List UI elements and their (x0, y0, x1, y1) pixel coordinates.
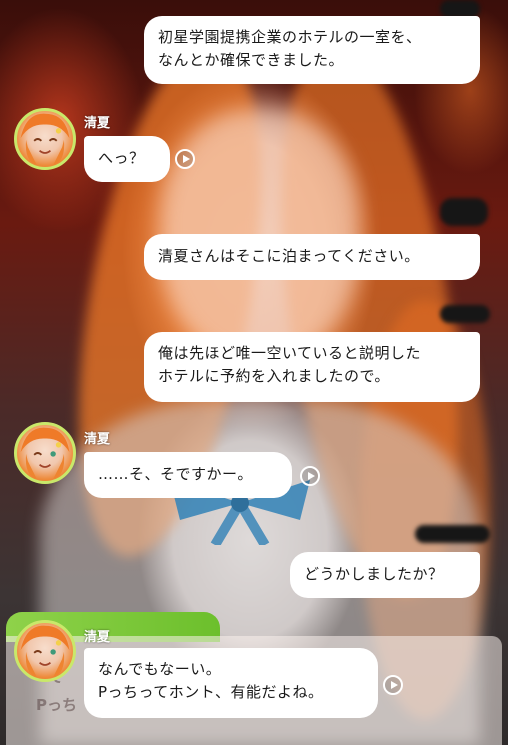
message-bubble-incoming: なんでもなーい。 Pっちってホント、有能だよね。 (84, 648, 378, 718)
avatar[interactable] (14, 620, 76, 682)
message-bubble-incoming: ……そ、そですかー。 (84, 452, 292, 498)
avatar[interactable] (14, 422, 76, 484)
message-bubble-incoming: へっ？ (84, 136, 170, 182)
speaker-name: 清夏 (84, 116, 111, 131)
message-bubble-outgoing: 俺は先ほど唯一空いていると説明した ホテルに予約を入れましたので。 (144, 332, 480, 402)
message-bubble-outgoing: 初星学園提携企業のホテルの一室を、 なんとか確保できました。 (144, 16, 480, 84)
background-text: Pっち (36, 696, 77, 714)
speaker-name: 清夏 (84, 432, 111, 447)
play-circle-icon[interactable] (383, 675, 403, 695)
redaction-mark (440, 198, 488, 226)
speaker-name: 清夏 (84, 630, 111, 645)
redaction-mark (440, 305, 490, 323)
play-circle-icon[interactable] (175, 149, 195, 169)
avatar[interactable] (14, 108, 76, 170)
redaction-mark (415, 525, 490, 543)
message-bubble-outgoing: どうかしましたか？ (290, 552, 480, 598)
message-bubble-outgoing: 清夏さんはそこに泊まってください。 (144, 234, 480, 280)
play-circle-icon[interactable] (300, 466, 320, 486)
chat-screen: 初星学園提携企業のホテルの一室を、 なんとか確保できました。 清夏 へっ？ 清夏… (0, 0, 508, 745)
